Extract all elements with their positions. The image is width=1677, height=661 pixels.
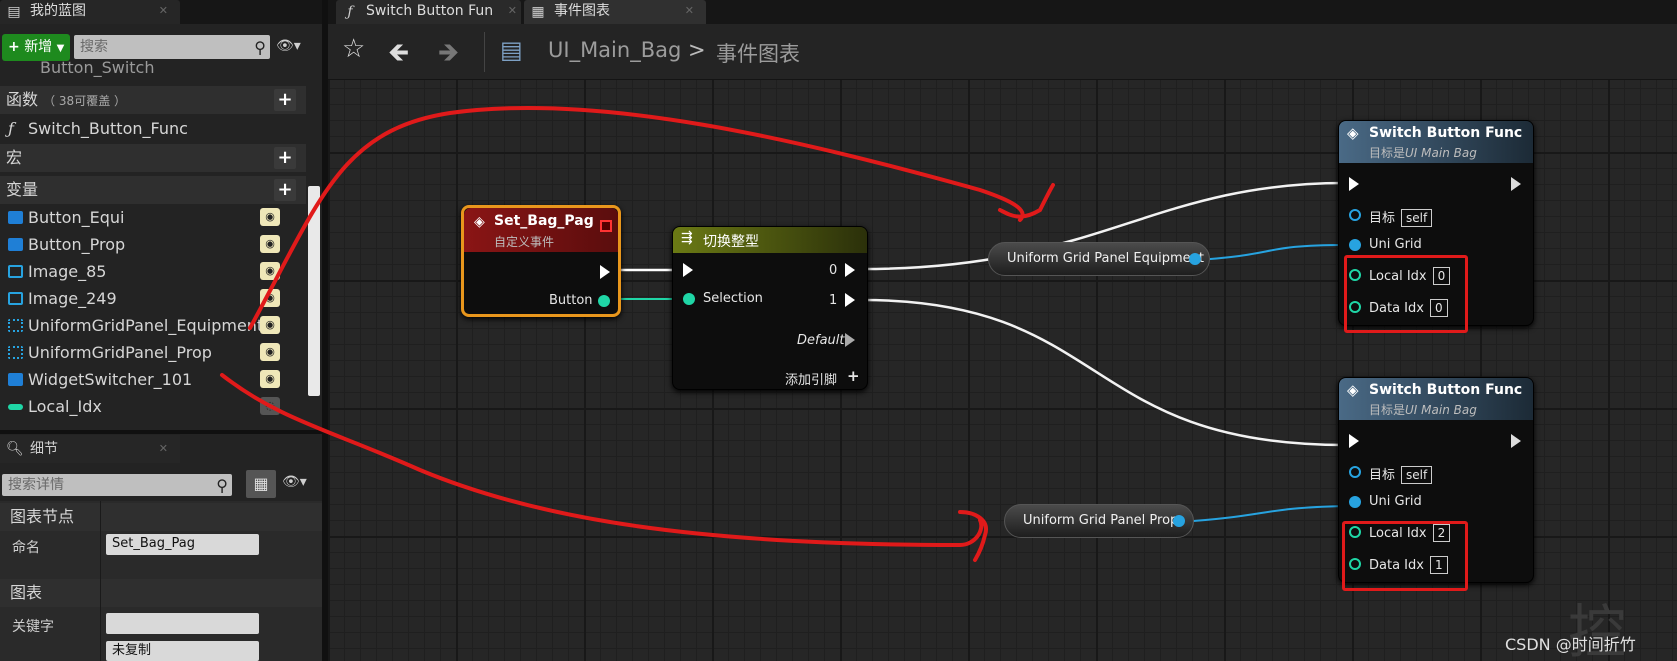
object-wire <box>1179 505 1346 523</box>
node-header: ◈ Set_Bag_Pag 自定义事件 <box>464 208 618 252</box>
target-pin[interactable] <box>1349 209 1361 221</box>
event-diamond-icon: ◈ <box>474 214 485 230</box>
custom-event-node[interactable]: ◈ Set_Bag_Pag 自定义事件 Button <box>461 205 621 317</box>
button-int-pin[interactable] <box>598 295 610 307</box>
annotation-arrow <box>220 373 988 562</box>
exec-output-1-pin[interactable] <box>845 293 855 307</box>
exec-output-0-pin[interactable] <box>845 263 855 277</box>
get-uniform-grid-panel-prop[interactable]: Uniform Grid Panel Prop <box>1004 504 1194 538</box>
target-pin[interactable] <box>1349 466 1361 478</box>
annotation-arrow <box>248 105 1055 330</box>
node-header: ◈ Switch Button Func 目标是UI Main Bag <box>1339 378 1533 420</box>
exec-default-pin[interactable] <box>845 333 855 347</box>
annotation-highlight-box <box>1342 521 1468 591</box>
exec-output-pin[interactable] <box>1511 177 1521 191</box>
switch-on-int-node[interactable]: ⇶ 切换整型 Selection 0 1 Default 添加引脚 + <box>672 226 868 390</box>
object-wire <box>1194 244 1346 261</box>
exec-input-pin[interactable] <box>683 263 693 277</box>
exec-wire <box>861 298 1346 447</box>
annotation-highlight-box <box>1344 255 1468 333</box>
node-header: ⇶ 切换整型 <box>673 227 867 253</box>
switch-icon: ⇶ <box>681 230 693 246</box>
exec-output-pin[interactable] <box>1511 434 1521 448</box>
function-diamond-icon: ◈ <box>1347 381 1359 399</box>
exec-input-pin[interactable] <box>1349 177 1359 191</box>
node-header: ◈ Switch Button Func 目标是UI Main Bag <box>1339 121 1533 163</box>
unigrid-pin[interactable] <box>1349 496 1361 508</box>
target-value[interactable]: self <box>1401 209 1433 227</box>
add-pin-plus-icon[interactable]: + <box>847 367 860 385</box>
delegate-pin-icon[interactable] <box>600 220 612 232</box>
exec-output-pin[interactable] <box>600 265 610 279</box>
get-uniform-grid-panel-equipment[interactable]: Uniform Grid Panel Equipment <box>988 242 1210 276</box>
watermark: CSDN @时间折竹 <box>1505 635 1636 654</box>
object-output-pin[interactable] <box>1173 515 1185 527</box>
function-diamond-icon: ◈ <box>1347 124 1359 142</box>
unigrid-pin[interactable] <box>1349 239 1361 251</box>
object-output-pin[interactable] <box>1189 253 1201 265</box>
target-value[interactable]: self <box>1401 466 1433 484</box>
selection-pin[interactable] <box>683 293 695 305</box>
exec-input-pin[interactable] <box>1349 434 1359 448</box>
